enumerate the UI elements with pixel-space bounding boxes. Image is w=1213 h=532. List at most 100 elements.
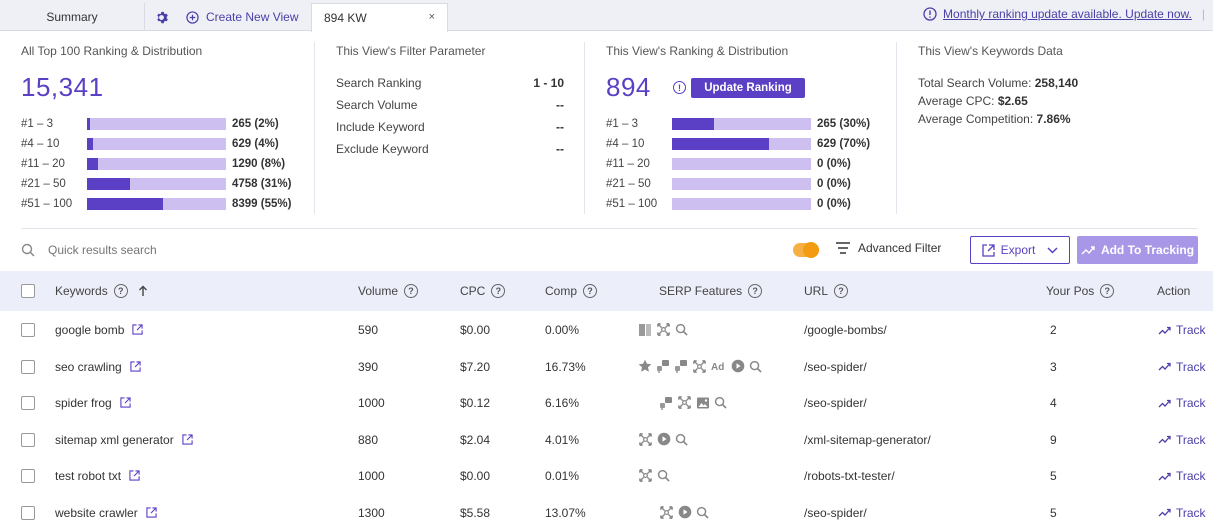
settings-button[interactable] [148,3,174,31]
trend-icon [1158,362,1171,371]
row-checkbox[interactable] [21,505,35,520]
close-icon[interactable]: × [429,11,435,23]
add-to-tracking-button[interactable]: Add To Tracking [1077,236,1198,264]
volume-cell: 1000 [358,469,385,483]
trend-icon [1158,326,1171,335]
distribution-label: #51 – 100 [21,198,73,210]
export-button[interactable]: Export [970,236,1070,264]
tab-894-kw[interactable]: 894 KW × [311,3,448,32]
distribution-bar-fill [672,138,770,150]
select-all-checkbox[interactable] [21,284,35,298]
external-link-icon[interactable] [182,433,193,448]
filter-label: Exclude Keyword [336,142,429,156]
help-icon[interactable]: ? [748,284,763,298]
distribution-value: 0 (0%) [817,198,851,210]
view-ranking-title: This View's Ranking & Distribution [606,44,789,58]
row-checkbox[interactable] [21,432,35,447]
help-icon[interactable]: ? [583,284,598,298]
help-icon[interactable]: ? [834,284,849,298]
track-label: Track [1176,505,1206,520]
distribution-value: 8399 (55%) [232,198,292,210]
header-action: Action [1157,284,1190,298]
keyword-cell: website crawler [55,506,157,521]
trend-icon [1158,435,1171,444]
keyword-cell: seo crawling [55,360,141,375]
tab-summary[interactable]: Summary [0,3,145,31]
distribution-row: #1 – 3 265 (30%) [606,117,870,131]
distribution-row: #4 – 10 629 (4%) [21,137,279,151]
distribution-bar [87,158,226,170]
cpc-cell: $2.04 [460,432,491,447]
comp-cell: 16.73% [545,359,586,374]
distribution-label: #21 – 50 [606,178,651,190]
table-row: test robot txt 1000 $0.00 0.01% /robots-txt-… [0,458,1213,494]
help-icon[interactable]: ? [491,284,506,298]
header-volume[interactable]: Volume? [358,284,419,298]
volume-cell: 390 [358,359,379,374]
filter-row: Include Keyword -- [336,120,564,134]
distribution-bar-fill [87,118,90,130]
filter-toggle[interactable] [793,242,819,258]
url-cell: /xml-sitemap-generator/ [804,432,931,447]
track-button[interactable]: Track [1158,323,1206,337]
keyword-text: test robot txt [55,469,122,483]
external-link-icon[interactable] [130,360,141,375]
distribution-value: 0 (0%) [817,178,851,190]
all-ranking-title: All Top 100 Ranking & Distribution [21,44,203,58]
distribution-label: #1 – 3 [21,118,53,130]
info-icon[interactable]: ! [673,81,686,94]
qa-icon [659,396,673,410]
distribution-label: #21 – 50 [21,178,66,190]
divider [896,42,897,214]
distribution-label: #4 – 10 [21,138,60,150]
row-checkbox[interactable] [21,323,35,337]
position-cell: 5 [1050,505,1057,520]
sort-up-icon[interactable] [138,285,148,297]
distribution-bar-fill [87,198,164,210]
external-link-icon[interactable] [146,506,157,521]
row-checkbox[interactable] [21,359,35,374]
help-icon[interactable]: ? [113,284,128,298]
track-button[interactable]: Track [1158,396,1206,410]
create-view-button[interactable]: Create New View [186,3,298,31]
distribution-bar [672,118,811,130]
comp-cell: 6.16% [545,396,580,410]
external-link-icon[interactable] [132,324,144,338]
distribution-label: #1 – 3 [606,118,638,130]
help-icon[interactable]: ? [1100,284,1115,298]
header-cpc-label: CPC [460,284,486,298]
comp-cell: 13.07% [545,505,586,520]
track-button[interactable]: Track [1158,506,1206,520]
volume-cell: 1300 [358,505,385,520]
header-keywords[interactable]: Keywords ? [55,284,148,298]
advanced-filter-button[interactable]: Advanced Filter [836,241,941,255]
tab-summary-label: Summary [46,10,98,24]
track-button[interactable]: Track [1158,469,1206,483]
track-button[interactable]: Track [1158,360,1206,374]
all-ranking-total: 15,341 [21,72,104,102]
external-link-icon[interactable] [129,470,140,484]
header-pos[interactable]: Your Pos? [1046,284,1115,298]
external-link-icon[interactable] [120,397,131,411]
header-cpc[interactable]: CPC? [460,284,506,298]
position-cell: 4 [1050,396,1057,410]
row-checkbox[interactable] [21,469,35,483]
quick-search-input[interactable] [48,240,348,260]
trend-icon [1158,508,1171,517]
cpc-cell: $0.12 [460,396,491,410]
distribution-bar-fill [87,178,131,190]
distribution-value: 265 (2%) [232,118,279,130]
filter-row: Search Volume -- [336,98,564,112]
help-icon[interactable]: ? [404,284,419,298]
update-ranking-button[interactable]: Update Ranking [691,78,805,98]
export-label: Export [1000,243,1036,257]
row-checkbox[interactable] [21,396,35,410]
header-url[interactable]: URL? [804,284,849,298]
table-row: sitemap xml generator 880 $2.04 4.01% /xml-s… [0,422,1213,458]
expand-icon [638,432,653,447]
distribution-row: #51 – 100 0 (0%) [606,197,851,211]
header-comp[interactable]: Comp? [545,284,598,298]
track-button[interactable]: Track [1158,433,1206,447]
update-now-link[interactable]: Monthly ranking update available. Update… [943,7,1192,21]
view-ranking-total: 894 [606,72,651,102]
